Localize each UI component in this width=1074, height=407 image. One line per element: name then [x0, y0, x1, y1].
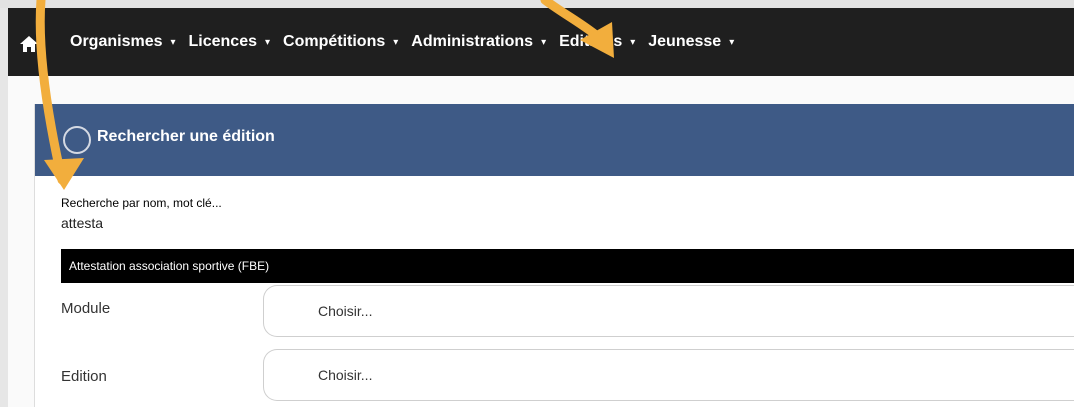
search-circle-icon	[63, 126, 91, 154]
nav-item-label: Administrations	[411, 33, 534, 50]
module-select-value: Choisir...	[318, 303, 373, 319]
search-panel: Rechercher une édition Recherche par nom…	[34, 104, 1074, 407]
caret-down-icon: ▾	[393, 36, 399, 48]
nav-item-licences[interactable]: Licences ▾	[189, 33, 271, 51]
edition-select-value: Choisir...	[318, 367, 373, 383]
caret-down-icon: ▾	[630, 36, 636, 48]
home-icon[interactable]	[18, 33, 40, 55]
nav-item-administrations[interactable]: Administrations ▾	[411, 33, 546, 51]
module-label: Module	[61, 300, 111, 317]
nav-item-editions[interactable]: Editions ▾	[559, 33, 635, 51]
top-navbar: Organismes ▾ Licences ▾ Compétitions ▾ A…	[8, 8, 1074, 76]
panel-header: Rechercher une édition	[35, 104, 1074, 176]
caret-down-icon: ▾	[729, 36, 735, 48]
nav-menu: Organismes ▾ Licences ▾ Compétitions ▾ A…	[70, 8, 747, 76]
nav-item-label: Editions	[559, 33, 623, 50]
nav-item-label: Compétitions	[283, 33, 386, 50]
caret-down-icon: ▾	[541, 36, 547, 48]
caret-down-icon: ▾	[265, 36, 271, 48]
nav-item-label: Organismes	[70, 33, 163, 50]
main-content: Rechercher une édition Recherche par nom…	[8, 76, 1074, 407]
panel-title: Rechercher une édition	[97, 128, 275, 145]
autocomplete-suggestion[interactable]: Attestation association sportive (FBE)	[61, 249, 1074, 283]
nav-item-jeunesse[interactable]: Jeunesse ▾	[648, 33, 734, 51]
nav-item-organismes[interactable]: Organismes ▾	[70, 33, 176, 51]
edition-select[interactable]: Choisir...	[263, 349, 1074, 401]
search-label: Recherche par nom, mot clé...	[61, 196, 222, 210]
module-select[interactable]: Choisir...	[263, 285, 1074, 337]
nav-item-competitions[interactable]: Compétitions ▾	[283, 33, 398, 51]
search-input[interactable]	[61, 215, 361, 231]
nav-item-label: Licences	[188, 33, 257, 50]
caret-down-icon: ▾	[170, 36, 176, 48]
nav-item-label: Jeunesse	[648, 33, 722, 50]
window-frame	[0, 0, 1074, 8]
edition-label: Edition	[61, 368, 107, 385]
